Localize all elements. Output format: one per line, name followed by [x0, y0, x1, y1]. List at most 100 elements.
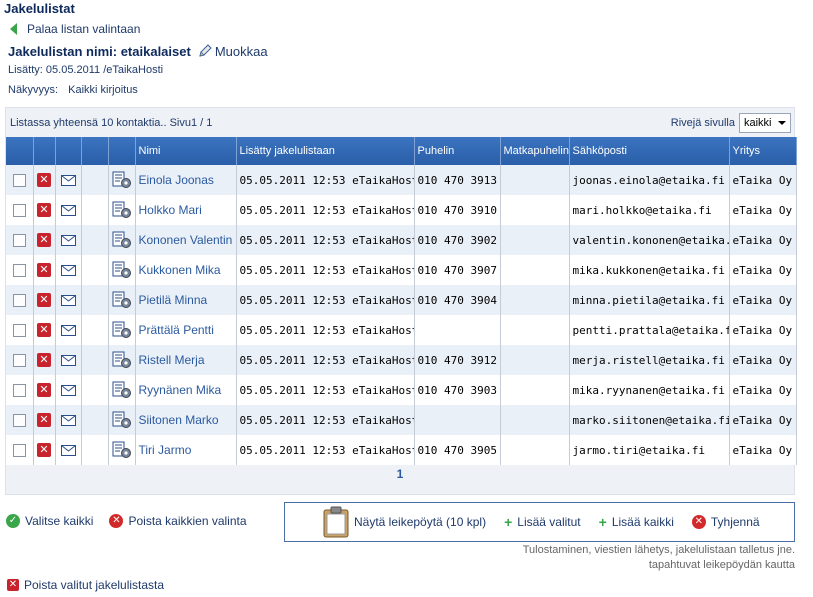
delete-icon[interactable]: ✕ — [37, 293, 51, 307]
row-checkbox[interactable] — [12, 353, 26, 367]
mobile-cell — [500, 165, 570, 195]
contact-name-link[interactable]: Ryynänen Mika — [135, 375, 237, 405]
delete-icon: ✕ — [7, 579, 19, 591]
delete-icon[interactable]: ✕ — [37, 233, 51, 247]
envelope-icon[interactable] — [60, 354, 76, 366]
header-select — [6, 137, 34, 165]
row-select-cell — [6, 375, 34, 405]
email-cell: valentin.kononen@etaika.fi — [569, 225, 730, 255]
added-cell: 05.05.2011 12:53 eTaikaHosti — [236, 315, 415, 345]
contact-settings-icon[interactable] — [112, 261, 132, 279]
delete-icon[interactable]: ✕ — [37, 413, 51, 427]
contact-settings-icon[interactable] — [112, 321, 132, 339]
contact-count-summary: Listassa yhteensä 10 kontaktia.. Sivu1 /… — [10, 116, 213, 129]
row-select-cell — [6, 255, 34, 285]
contact-name-link[interactable]: Kononen Valentin — [135, 225, 237, 255]
contact-name-link[interactable]: Prättälä Pentti — [135, 315, 237, 345]
contact-name-link[interactable]: Kukkonen Mika — [135, 255, 237, 285]
contact-name-link[interactable]: Holkko Mari — [135, 195, 237, 225]
contact-name-link[interactable]: Einola Joonas — [135, 165, 237, 195]
contact-settings-icon[interactable] — [112, 231, 132, 249]
envelope-icon[interactable] — [60, 384, 76, 396]
row-edit-cell — [108, 285, 136, 315]
envelope-icon[interactable] — [60, 294, 76, 306]
row-checkbox[interactable] — [12, 413, 26, 427]
contact-name-link[interactable]: Tiri Jarmo — [135, 435, 237, 465]
contact-name-link[interactable]: Ristell Merja — [135, 345, 237, 375]
delete-icon[interactable]: ✕ — [37, 353, 51, 367]
column-header-phone[interactable]: Puhelin — [414, 137, 501, 165]
row-checkbox[interactable] — [12, 293, 26, 307]
email-cell: jarmo.tiri@etaika.fi — [569, 435, 730, 465]
phone-cell: 010 470 3910 — [414, 195, 501, 225]
back-to-list-selection-link[interactable]: Palaa listan valintaan — [10, 22, 140, 36]
clipboard-panel: Näytä leikepöytä (10 kpl) + Lisää valitu… — [284, 502, 795, 542]
envelope-icon[interactable] — [60, 204, 76, 216]
edit-list-link[interactable]: Muokkaa — [197, 43, 268, 59]
add-selected-button[interactable]: + Lisää valitut — [504, 514, 581, 530]
delete-icon[interactable]: ✕ — [37, 173, 51, 187]
deselect-all-button[interactable]: ✕ Poista kaikkien valinta — [109, 514, 247, 528]
envelope-icon[interactable] — [60, 324, 76, 336]
delete-icon[interactable]: ✕ — [37, 383, 51, 397]
delete-icon[interactable]: ✕ — [37, 203, 51, 217]
added-cell: 05.05.2011 12:53 eTaikaHosti — [236, 345, 415, 375]
contact-settings-icon[interactable] — [112, 351, 132, 369]
contact-name-link[interactable]: Siitonen Marko — [135, 405, 237, 435]
contact-settings-icon[interactable] — [112, 411, 132, 429]
table-row: ✕ Einola Joonas 05.05.2011 12:53 eTaikaHos… — [6, 165, 797, 195]
column-header-name[interactable]: Nimi — [135, 137, 237, 165]
added-cell: 05.05.2011 12:53 eTaikaHosti — [236, 285, 415, 315]
envelope-icon[interactable] — [60, 414, 76, 426]
company-cell: eTaika Oy — [729, 285, 797, 315]
back-link-label: Palaa listan valintaan — [27, 22, 141, 36]
remove-selected-button[interactable]: ✕ Poista valitut jakelulistasta — [7, 578, 164, 592]
row-checkbox[interactable] — [12, 263, 26, 277]
envelope-icon[interactable] — [60, 444, 76, 456]
row-checkbox[interactable] — [12, 323, 26, 337]
row-checkbox[interactable] — [12, 443, 26, 457]
delete-icon[interactable]: ✕ — [37, 323, 51, 337]
row-delete-cell: ✕ — [33, 285, 56, 315]
show-clipboard-button[interactable]: Näytä leikepöytä (10 kpl) — [323, 506, 486, 538]
column-header-email[interactable]: Sähköposti — [569, 137, 730, 165]
row-empty-cell — [81, 345, 109, 375]
column-header-company[interactable]: Yritys — [729, 137, 797, 165]
company-cell: eTaika Oy — [729, 345, 797, 375]
pager-page-1[interactable]: 1 — [6, 467, 794, 481]
envelope-icon[interactable] — [60, 264, 76, 276]
row-checkbox[interactable] — [12, 173, 26, 187]
row-mail-cell — [55, 255, 82, 285]
row-checkbox[interactable] — [12, 203, 26, 217]
row-checkbox[interactable] — [12, 233, 26, 247]
added-cell: 05.05.2011 12:53 eTaikaHosti — [236, 405, 415, 435]
row-checkbox[interactable] — [12, 383, 26, 397]
chevron-down-icon — [778, 120, 786, 125]
back-arrow-icon — [10, 23, 17, 35]
column-header-added[interactable]: Lisätty jakelulistaan — [236, 137, 415, 165]
contact-settings-icon[interactable] — [112, 201, 132, 219]
added-cell: 05.05.2011 12:53 eTaikaHosti — [236, 375, 415, 405]
rows-per-page-select[interactable]: kaikki — [739, 112, 791, 133]
column-header-mobile[interactable]: Matkapuhelin — [500, 137, 570, 165]
envelope-icon[interactable] — [60, 234, 76, 246]
clear-clipboard-button[interactable]: ✕ Tyhjennä — [691, 515, 760, 529]
select-all-button[interactable]: ✓ Valitse kaikki — [6, 514, 93, 528]
row-mail-cell — [55, 225, 82, 255]
contact-settings-icon[interactable] — [112, 291, 132, 309]
envelope-icon[interactable] — [60, 174, 76, 186]
contact-settings-icon[interactable] — [112, 441, 132, 459]
delete-icon[interactable]: ✕ — [37, 443, 51, 457]
mobile-cell — [500, 255, 570, 285]
contact-name-link[interactable]: Pietilä Minna — [135, 285, 237, 315]
table-row: ✕ Prättälä Pentti 05.05.2011 12:53 eTaikaH… — [6, 315, 797, 345]
plus-icon: + — [504, 514, 513, 530]
contact-settings-icon[interactable] — [112, 171, 132, 189]
contact-settings-icon[interactable] — [112, 381, 132, 399]
row-delete-cell: ✕ — [33, 225, 56, 255]
add-all-button[interactable]: + Lisää kaikki — [599, 514, 674, 530]
row-mail-cell — [55, 375, 82, 405]
row-empty-cell — [81, 435, 109, 465]
cancel-circle-icon: ✕ — [109, 514, 124, 528]
delete-icon[interactable]: ✕ — [37, 263, 51, 277]
